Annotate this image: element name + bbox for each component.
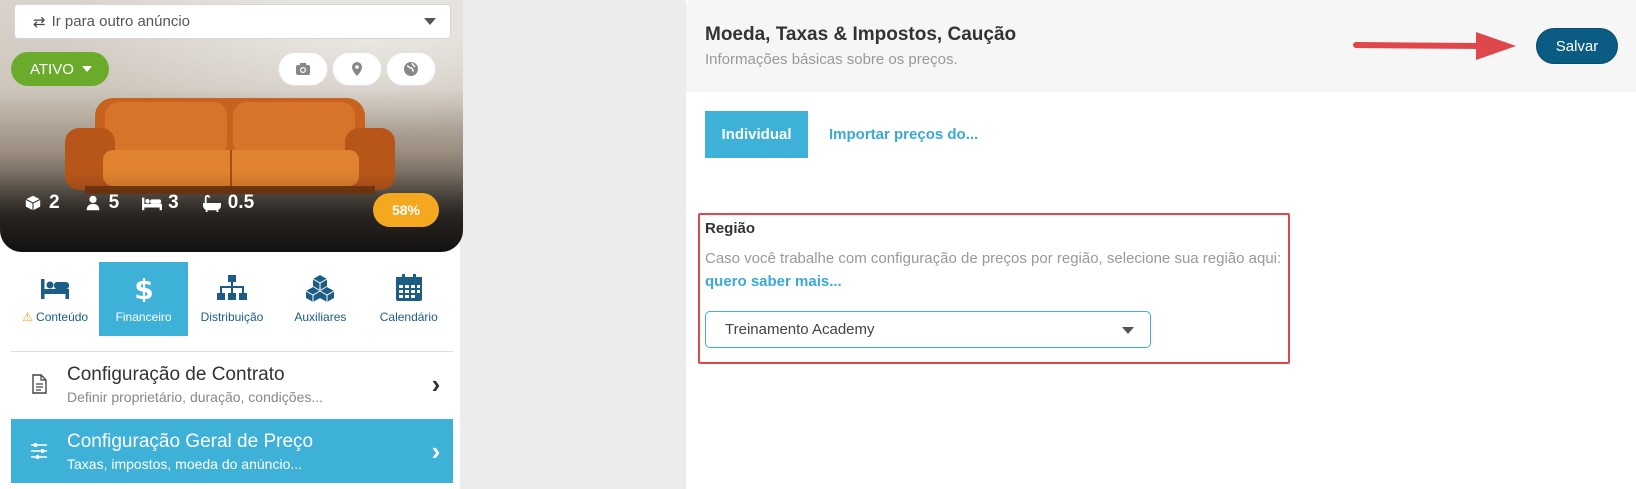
menu-item-subtitle: Definir proprietário, duração, condições… xyxy=(67,388,324,405)
listing-stats: 2 5 3 0.5 xyxy=(22,192,254,214)
status-dropdown[interactable]: ATIVO xyxy=(11,52,109,86)
svg-text:$: $ xyxy=(134,274,153,302)
tab-distribuicao[interactable]: Distribuição xyxy=(188,262,276,336)
tab-calendario[interactable]: Calendário xyxy=(365,262,453,336)
bath-icon xyxy=(202,194,221,212)
bed-icon xyxy=(142,197,163,211)
region-label: Região xyxy=(705,220,756,237)
document-icon xyxy=(32,374,47,394)
save-button[interactable]: Salvar xyxy=(1536,28,1618,64)
caret-down-icon xyxy=(81,66,92,72)
map-marker-icon xyxy=(352,62,362,76)
rooms-count: 2 xyxy=(49,192,60,213)
globe-button[interactable] xyxy=(386,52,436,86)
learn-more-link[interactable]: quero saber mais... xyxy=(705,273,842,290)
tab-distribuicao-label: Distribuição xyxy=(200,310,264,324)
tab-conteudo-label: Conteúdo xyxy=(36,310,89,324)
menu-item-contrato[interactable]: Configuração de Contrato Definir proprie… xyxy=(11,352,453,416)
bed-icon xyxy=(41,279,70,299)
import-prices-link[interactable]: Importar preços do... xyxy=(829,126,978,143)
calendar-icon xyxy=(395,274,422,301)
chevron-down-icon xyxy=(424,18,436,25)
goto-listing-select[interactable]: ⇄ Ir para outro anúncio xyxy=(14,4,451,39)
annotation-arrow xyxy=(1353,32,1516,60)
menu-item-subtitle: Taxas, impostos, moeda do anúncio... xyxy=(67,455,303,472)
goto-listing-label: Ir para outro anúncio xyxy=(51,13,190,30)
location-button[interactable] xyxy=(332,52,382,86)
section-tabs: ⚠ Conteúdo $ Financeiro Distribuição Auxi… xyxy=(11,262,453,336)
tab-conteudo[interactable]: ⚠ Conteúdo xyxy=(11,262,99,336)
status-label: ATIVO xyxy=(30,60,74,78)
beds-stat: 3 xyxy=(141,192,179,214)
camera-icon xyxy=(296,63,310,75)
dollar-icon: $ xyxy=(134,274,153,302)
sitemap-icon xyxy=(216,275,247,300)
beds-count: 3 xyxy=(168,192,179,213)
baths-stat: 0.5 xyxy=(201,192,254,214)
box-icon xyxy=(25,195,41,211)
rooms-stat: 2 xyxy=(22,192,60,214)
warning-icon: ⚠ xyxy=(22,310,34,324)
menu-item-title: Configuração de Contrato xyxy=(67,363,285,385)
tab-auxiliares-label: Auxiliares xyxy=(294,310,347,324)
baths-count: 0.5 xyxy=(227,192,255,213)
swap-icon: ⇄ xyxy=(33,13,46,31)
cubes-icon xyxy=(306,275,335,302)
user-icon xyxy=(86,195,99,211)
guests-stat: 5 xyxy=(82,192,120,214)
page-title: Moeda, Taxas & Impostos, Caução xyxy=(705,24,1017,45)
tab-financeiro[interactable]: $ Financeiro xyxy=(99,262,188,336)
tab-financeiro-label: Financeiro xyxy=(115,310,172,324)
region-selected-value: Treinamento Academy xyxy=(725,321,875,338)
chevron-down-icon xyxy=(1122,327,1134,334)
menu-item-preco[interactable]: Configuração Geral de Preço Taxas, impos… xyxy=(11,419,453,483)
page-subtitle: Informações básicas sobre os preços. xyxy=(705,51,958,68)
chevron-right-icon: › xyxy=(431,435,441,466)
region-select[interactable]: Treinamento Academy xyxy=(705,311,1151,348)
chevron-right-icon: › xyxy=(431,368,441,399)
menu-item-title: Configuração Geral de Preço xyxy=(67,430,314,452)
sliders-icon xyxy=(31,443,47,459)
guests-count: 5 xyxy=(108,192,120,213)
region-description: Caso você trabalhe com configuração de p… xyxy=(705,250,1282,267)
tab-calendario-label: Calendário xyxy=(379,310,438,324)
completion-badge: 58% xyxy=(373,193,439,227)
individual-button[interactable]: Individual xyxy=(705,111,808,158)
photos-button[interactable] xyxy=(278,52,328,86)
globe-icon xyxy=(404,62,418,76)
tab-auxiliares[interactable]: Auxiliares xyxy=(276,262,364,336)
